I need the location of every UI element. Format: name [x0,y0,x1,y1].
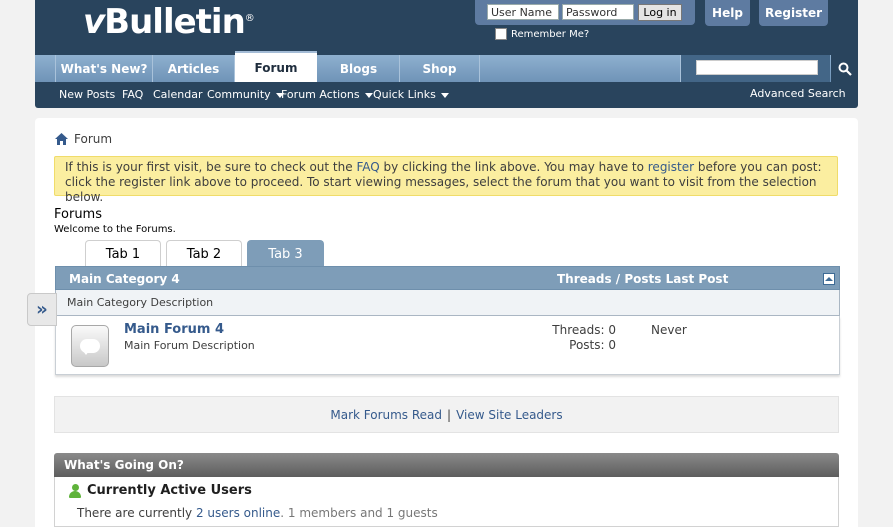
remember-me-label: Remember Me? [511,28,590,40]
sidebar-toggle[interactable]: » [27,293,57,326]
separator: | [447,407,452,422]
users-online-link[interactable]: 2 users online [196,506,280,520]
tab-whats-new[interactable]: What's New? [55,55,153,82]
chevron-down-icon [440,92,449,98]
login-form: Log in [475,0,695,25]
active-users-title: Currently Active Users [87,483,252,498]
whats-going-on-body: Currently Active Users There are current… [54,477,839,527]
subnav-faq[interactable]: FAQ [122,88,143,101]
active-users-suffix: . 1 members and 1 guests [280,506,438,520]
forum-row: Main Forum 4 Main Forum Description Thre… [55,316,840,375]
breadcrumb: Forum [55,132,112,146]
subnav-new-posts[interactable]: New Posts [59,88,115,101]
breadcrumb-forum: Forum [74,132,113,146]
subnav-quick-links-label: Quick Links [373,88,436,101]
home-icon[interactable] [55,133,68,145]
advanced-search-link[interactable]: Advanced Search [750,87,846,100]
subnav-forum-actions-label: Forum Actions [281,88,360,101]
logo-registered-mark: ® [244,13,255,24]
forum-description: Main Forum Description [124,339,255,352]
password-input[interactable] [562,4,634,20]
category-title[interactable]: Main Category 4 [69,272,180,286]
search-input[interactable] [696,60,818,75]
whats-going-on-header: What's Going On? [54,453,839,477]
notice-text-1: If this is your first visit, be sure to … [65,160,357,174]
logo-text: Bulletin [104,2,246,42]
sub-navbar: New Posts FAQ Calendar Community Forum A… [35,82,858,108]
active-users-line: There are currently 2 users online. 1 me… [77,506,438,520]
notice-text-2: by clicking the link above. You may have… [379,160,648,174]
forum-tab-3[interactable]: Tab 3 [247,240,324,267]
forum-tab-1[interactable]: Tab 1 [85,240,161,267]
remember-me-checkbox[interactable] [495,28,507,40]
notice-register-link[interactable]: register [648,160,694,174]
category-header: Main Category 4 Threads / Posts Last Pos… [55,266,840,290]
subnav-calendar[interactable]: Calendar [153,88,202,101]
login-button[interactable]: Log in [638,4,682,21]
chevron-down-icon [364,92,373,98]
online-users-icon [69,484,81,498]
notice-faq-link[interactable]: FAQ [356,160,379,174]
register-button[interactable]: Register [759,0,828,26]
category-description: Main Category Description [55,290,840,316]
page-background: v Bulletin ® Log in Remember Me? Help Re… [0,0,893,527]
forums-subtitle: Welcome to the Forums. [54,224,176,235]
collapse-icon[interactable] [823,273,835,285]
forum-posts-count: Posts: 0 [569,338,616,352]
subnav-quick-links[interactable]: Quick Links [373,88,449,101]
category-columns: Threads / Posts Last Post [557,272,729,286]
tab-blogs[interactable]: Blogs [318,55,400,82]
vbulletin-logo[interactable]: v Bulletin ® [83,2,255,42]
forum-threads-count: Threads: 0 [552,323,616,337]
help-button[interactable]: Help [705,0,750,26]
forum-actions-bar: Mark Forums Read | View Site Leaders [54,396,839,433]
content-panel: Forum If this is your first visit, be su… [35,118,858,527]
view-site-leaders-link[interactable]: View Site Leaders [456,408,563,422]
search-button[interactable] [831,55,858,82]
main-navbar: What's New? Articles Forum Blogs Shop [35,51,858,82]
mark-forums-read-link[interactable]: Mark Forums Read [330,408,442,422]
tab-articles[interactable]: Articles [153,55,235,82]
search-box [680,55,830,82]
subnav-forum-actions[interactable]: Forum Actions [281,88,373,101]
search-icon [838,62,852,76]
username-input[interactable] [487,4,559,20]
forum-last-post: Never [651,323,687,337]
subnav-community[interactable]: Community [207,88,284,101]
logo-v: v [83,2,105,42]
subnav-community-label: Community [207,88,271,101]
remember-me[interactable]: Remember Me? [495,28,589,40]
active-users-prefix: There are currently [77,506,196,520]
tab-shop[interactable]: Shop [400,55,480,82]
welcome-notice: If this is your first visit, be sure to … [54,156,838,204]
tab-forum[interactable]: Forum [235,51,317,82]
forum-status-icon [71,325,109,367]
forum-name-link[interactable]: Main Forum 4 [124,322,224,337]
forum-tab-2[interactable]: Tab 2 [166,240,242,267]
forums-title: Forums [54,207,102,222]
